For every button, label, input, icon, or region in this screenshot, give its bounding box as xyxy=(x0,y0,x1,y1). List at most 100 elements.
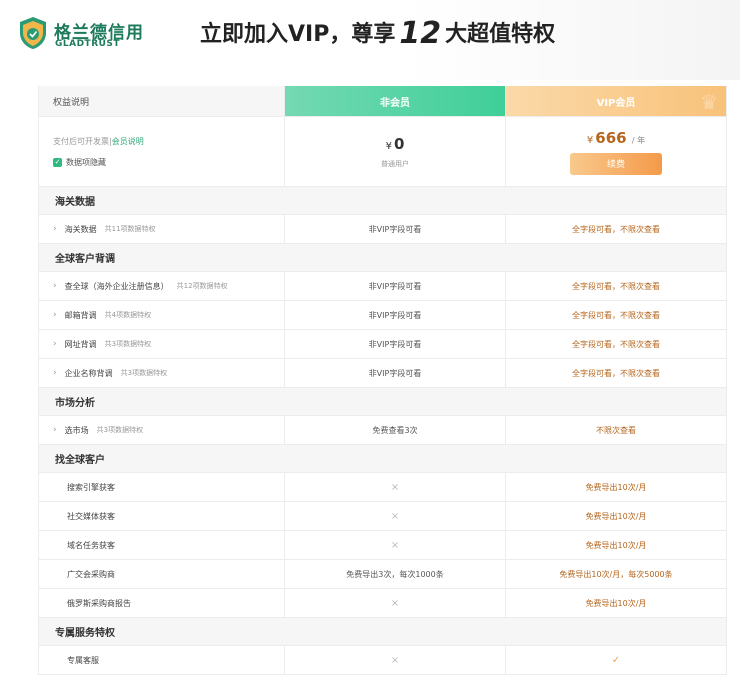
chevron-right-icon[interactable]: › xyxy=(53,425,57,435)
row-label[interactable]: › 查全球（海外企业注册信息） 共12项数据特权 xyxy=(39,272,285,300)
vip-value: 全字段可看，不限次查看 xyxy=(572,224,660,234)
free-value: 免费导出3次，每次1000条 xyxy=(285,560,506,588)
free-value: 非VIP字段可看 xyxy=(285,272,506,300)
checkbox-checked-icon[interactable]: ✓ xyxy=(53,157,62,167)
crown-icon: ♛ xyxy=(700,90,718,114)
table-row[interactable]: › 海关数据 共11项数据特权 非VIP字段可看 全字段可看，不限次查看 xyxy=(39,214,726,243)
page-header: 格兰德信用 GLADTRUST 立即加入VIP，尊享 12 大超值特权 xyxy=(0,0,740,80)
hero-title-pre: 立即加入VIP，尊享 xyxy=(200,22,396,47)
table-row[interactable]: › 企业名称背调 共3项数据特权 非VIP字段可看 全字段可看，不限次查看 xyxy=(39,358,726,387)
cross-icon: × xyxy=(390,654,400,666)
vip-currency: ¥ xyxy=(586,134,594,146)
section-title: 找全球客户 xyxy=(55,455,105,466)
vip-value: 免费导出10次/月 xyxy=(585,482,647,492)
vip-unit: / 年 xyxy=(631,135,646,145)
vip-price-cell: ¥666 / 年 续费 xyxy=(506,117,726,186)
shield-logo-icon xyxy=(20,17,46,49)
table-header-row: 权益说明 非会员 VIP会员 ♛ xyxy=(39,86,726,116)
chevron-right-icon[interactable]: › xyxy=(53,368,57,378)
header-benefit: 权益说明 xyxy=(39,86,285,116)
free-value: 非VIP字段可看 xyxy=(285,215,506,243)
row-name: 邮箱背调 xyxy=(64,310,97,320)
row-name: 俄罗斯采购商报告 xyxy=(67,598,131,608)
header-vip: VIP会员 ♛ xyxy=(506,86,726,116)
vip-value: 全字段可看，不限次查看 xyxy=(572,281,660,291)
section-market-analysis: 市场分析 xyxy=(39,387,726,415)
vip-value: 免费导出10次/月，每次5000条 xyxy=(559,569,673,579)
hero-title: 立即加入VIP，尊享 12 大超值特权 xyxy=(200,16,555,51)
row-label: 搜索引擎获客 xyxy=(39,473,285,501)
price-info: 支付后可开发票|会员说明 ✓ 数据项隐藏 xyxy=(39,117,285,186)
free-value: 免费查看3次 xyxy=(285,416,506,444)
header-vip-label: VIP会员 xyxy=(596,97,636,109)
free-value: × xyxy=(285,646,506,674)
chevron-right-icon[interactable]: › xyxy=(53,310,57,320)
row-name: 域名任务获客 xyxy=(67,540,115,550)
table-row: 专属客服 × ✓ xyxy=(39,645,726,674)
cross-icon: × xyxy=(390,539,400,551)
cross-icon: × xyxy=(390,481,400,493)
chevron-right-icon[interactable]: › xyxy=(53,224,57,234)
row-name: 社交媒体获客 xyxy=(67,511,115,521)
free-value: 非VIP字段可看 xyxy=(285,301,506,329)
row-count: 共3项数据特权 xyxy=(96,426,144,434)
free-value: 非VIP字段可看 xyxy=(285,330,506,358)
table-row[interactable]: › 选市场 共3项数据特权 免费查看3次 不限次查看 xyxy=(39,415,726,444)
row-name: 搜索引擎获客 xyxy=(67,482,115,492)
row-label[interactable]: › 企业名称背调 共3项数据特权 xyxy=(39,359,285,387)
price-row: 支付后可开发票|会员说明 ✓ 数据项隐藏 ¥0 普通用户 ¥666 / 年 续费 xyxy=(39,116,726,186)
row-label[interactable]: › 邮箱背调 共4项数据特权 xyxy=(39,301,285,329)
vip-value: 免费导出10次/月 xyxy=(585,598,647,608)
vip-value: 不限次查看 xyxy=(596,425,636,435)
table-row[interactable]: › 网址背调 共3项数据特权 非VIP字段可看 全字段可看，不限次查看 xyxy=(39,329,726,358)
vip-price: ¥666 / 年 xyxy=(587,129,645,147)
free-price: ¥0 xyxy=(386,135,405,153)
row-name: 网址背调 xyxy=(64,339,97,349)
row-name: 海关数据 xyxy=(64,224,97,234)
hero-title-number: 12 xyxy=(399,16,442,51)
row-name: 企业名称背调 xyxy=(64,368,113,378)
row-label: 广交会采购商 xyxy=(39,560,285,588)
section-title: 海关数据 xyxy=(55,197,95,208)
free-price-cell: ¥0 普通用户 xyxy=(285,117,506,186)
chevron-right-icon[interactable]: › xyxy=(53,339,57,349)
row-label: 社交媒体获客 xyxy=(39,502,285,530)
chevron-right-icon[interactable]: › xyxy=(53,281,57,291)
free-user-label: 普通用户 xyxy=(381,159,409,168)
free-amount: 0 xyxy=(393,134,405,153)
hide-data-label: 数据项隐藏 xyxy=(66,157,106,167)
cross-icon: × xyxy=(390,597,400,609)
vip-value: 免费导出10次/月 xyxy=(585,540,647,550)
row-label[interactable]: › 网址背调 共3项数据特权 xyxy=(39,330,285,358)
row-count: 共3项数据特权 xyxy=(120,369,168,377)
membership-info-link[interactable]: 会员说明 xyxy=(112,137,144,146)
row-name: 选市场 xyxy=(64,425,89,435)
table-row[interactable]: › 邮箱背调 共4项数据特权 非VIP字段可看 全字段可看，不限次查看 xyxy=(39,300,726,329)
section-title: 专属服务特权 xyxy=(55,628,115,639)
hero-title-post: 大超值特权 xyxy=(445,22,556,47)
section-find-customers: 找全球客户 xyxy=(39,444,726,472)
hide-data-toggle[interactable]: ✓ 数据项隐藏 xyxy=(53,157,106,168)
invoice-note-text: 支付后可开发票 xyxy=(53,136,109,146)
invoice-note: 支付后可开发票|会员说明 xyxy=(53,136,144,146)
free-value: 非VIP字段可看 xyxy=(285,359,506,387)
row-label: 专属客服 xyxy=(39,646,285,674)
row-label[interactable]: › 选市场 共3项数据特权 xyxy=(39,416,285,444)
brand-name-en: GLADTRUST xyxy=(55,39,121,49)
row-count: 共4项数据特权 xyxy=(104,311,152,319)
vip-value: 全字段可看，不限次查看 xyxy=(572,310,660,320)
section-title: 市场分析 xyxy=(55,398,95,409)
table-row: 域名任务获客 × 免费导出10次/月 xyxy=(39,530,726,559)
free-value: × xyxy=(285,502,506,530)
vip-amount: 666 xyxy=(595,128,627,147)
section-customs: 海关数据 xyxy=(39,186,726,214)
row-label: 俄罗斯采购商报告 xyxy=(39,589,285,617)
section-exclusive-service: 专属服务特权 xyxy=(39,617,726,645)
row-label: 域名任务获客 xyxy=(39,531,285,559)
row-label[interactable]: › 海关数据 共11项数据特权 xyxy=(39,215,285,243)
header-free: 非会员 xyxy=(285,86,506,116)
table-row[interactable]: › 查全球（海外企业注册信息） 共12项数据特权 非VIP字段可看 全字段可看，不限… xyxy=(39,271,726,300)
renew-button[interactable]: 续费 xyxy=(570,152,662,175)
table-row: 俄罗斯采购商报告 × 免费导出10次/月 xyxy=(39,588,726,617)
vip-value: ✓ xyxy=(506,646,726,674)
